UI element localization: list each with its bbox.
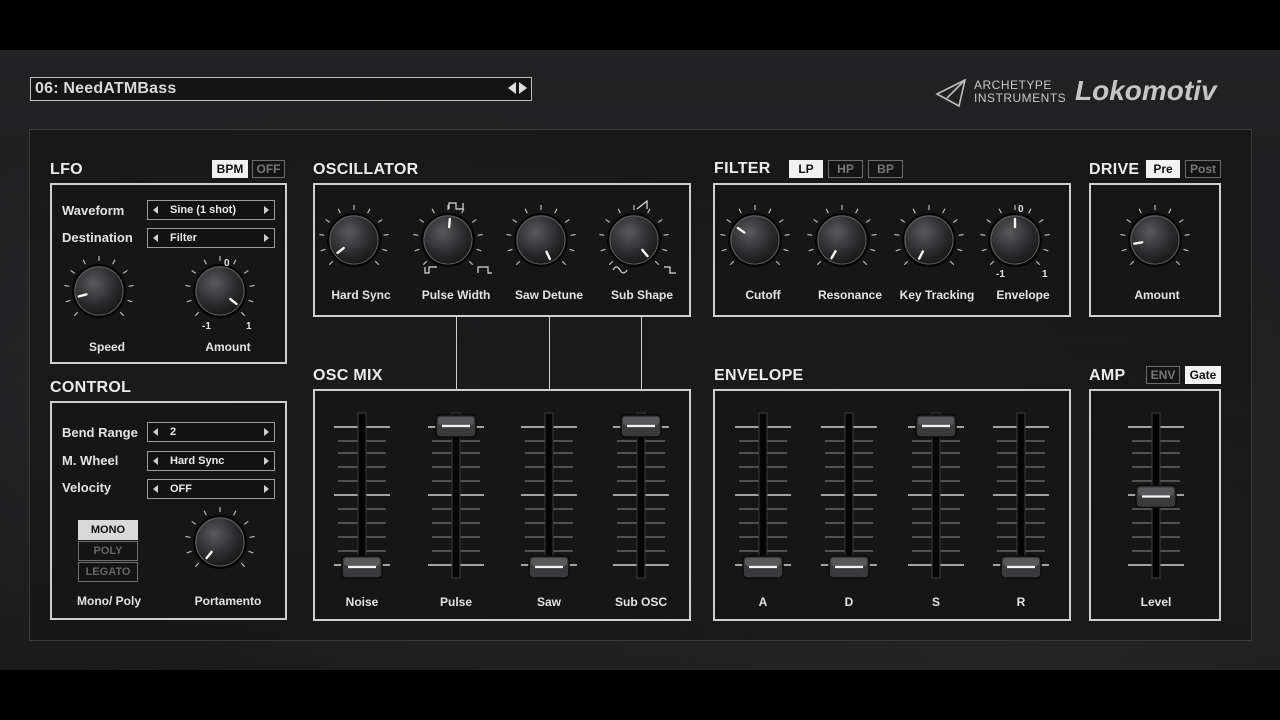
velocity-next-icon[interactable] [264, 485, 269, 493]
amp-title: AMP [1089, 367, 1126, 384]
wide-pulse-icon [477, 266, 492, 274]
filter-lp-toggle[interactable]: LP [789, 160, 823, 178]
drive-pre-toggle[interactable]: Pre [1146, 160, 1180, 178]
destination-selector[interactable]: Filter [147, 228, 275, 248]
velocity-label: Velocity [62, 480, 112, 495]
bend-range-prev-icon[interactable] [153, 428, 158, 436]
waveform-prev-icon[interactable] [153, 206, 158, 214]
pulse-fader[interactable] [424, 412, 488, 598]
velocity-selector[interactable]: OFF [147, 479, 275, 499]
filter-env-max-mark: 1 [1042, 269, 1048, 280]
lfo-amount-min-mark: -1 [202, 321, 211, 332]
drive-amount-label: Amount [1134, 288, 1180, 302]
hard-sync-label: Hard Sync [331, 288, 391, 302]
filter-hp-toggle[interactable]: HP [828, 160, 863, 178]
preset-arrows [508, 82, 527, 94]
noise-fader[interactable] [330, 412, 394, 598]
lfo-speed-label: Speed [88, 340, 125, 354]
sub-osc-fader[interactable] [609, 412, 673, 598]
filter-env-zero-mark: 0 [1018, 204, 1024, 215]
pulse-label: Pulse [439, 595, 472, 609]
destination-label: Destination [62, 230, 133, 245]
decay-label: D [844, 595, 854, 609]
decay-fader[interactable] [817, 412, 881, 598]
drive-post-toggle[interactable]: Post [1185, 160, 1221, 178]
control-title: CONTROL [50, 379, 132, 396]
mod-wheel-next-icon[interactable] [264, 457, 269, 465]
bend-range-value: 2 [170, 426, 177, 438]
lfo-amount-label: Amount [205, 340, 251, 354]
legato-button[interactable]: LEGATO [78, 562, 138, 582]
archetype-logo-icon [935, 78, 967, 108]
drive-title: DRIVE [1089, 161, 1140, 178]
narrow-pulse-icon [424, 266, 437, 274]
saw-fader[interactable] [517, 412, 581, 598]
filter-bp-toggle[interactable]: BP [868, 160, 903, 178]
sub-connector-line [641, 317, 642, 390]
saw-wave-icon [636, 199, 648, 210]
brand-name: ARCHETYPE INSTRUMENTS [974, 79, 1066, 105]
preset-name: 06: NeedATMBass [35, 80, 177, 97]
mod-wheel-prev-icon[interactable] [153, 457, 158, 465]
amp-env-toggle[interactable]: ENV [1146, 366, 1180, 384]
noise-label: Noise [345, 595, 379, 609]
bend-range-next-icon[interactable] [264, 428, 269, 436]
destination-value: Filter [170, 232, 197, 244]
previous-preset-arrow-icon[interactable] [508, 82, 516, 94]
filter-envelope-label: Envelope [996, 288, 1050, 302]
synth-plugin-window: 06: NeedATMBass ARCHETYPE INSTRUMENTS Lo… [0, 50, 1280, 670]
bend-range-label: Bend Range [62, 425, 138, 440]
lfo-amount-zero-mark: 0 [224, 258, 230, 269]
destination-prev-icon[interactable] [153, 234, 158, 242]
lfo-title: LFO [50, 161, 83, 178]
brand-line-2: INSTRUMENTS [974, 91, 1067, 105]
lfo-bpm-toggle[interactable]: BPM [212, 160, 248, 178]
portamento-label: Portamento [194, 594, 262, 608]
level-fader[interactable] [1124, 412, 1188, 598]
filter-title: FILTER [714, 160, 771, 177]
velocity-prev-icon[interactable] [153, 485, 158, 493]
release-label: R [1016, 595, 1026, 609]
attack-label: A [758, 595, 768, 609]
saw-connector-line [549, 317, 550, 390]
bend-range-selector[interactable]: 2 [147, 422, 275, 442]
mono-poly-label: Mono/ Poly [77, 594, 141, 608]
pulse-connector-line [456, 317, 457, 390]
attack-fader[interactable] [731, 412, 795, 598]
preset-selector[interactable]: 06: NeedATMBass [30, 77, 532, 101]
lfo-off-toggle[interactable]: OFF [252, 160, 285, 178]
poly-button[interactable]: POLY [78, 541, 138, 561]
sub-shape-label: Sub Shape [610, 288, 673, 302]
next-preset-arrow-icon[interactable] [519, 82, 527, 94]
velocity-value: OFF [170, 483, 192, 495]
mono-button[interactable]: MONO [78, 520, 138, 540]
mod-wheel-label: M. Wheel [62, 453, 119, 468]
amp-gate-toggle[interactable]: Gate [1185, 366, 1221, 384]
lfo-amount-max-mark: 1 [246, 321, 252, 332]
waveform-next-icon[interactable] [264, 206, 269, 214]
waveform-label: Waveform [62, 203, 125, 218]
filter-env-min-mark: -1 [996, 269, 1005, 280]
saw-label: Saw [536, 595, 561, 609]
destination-next-icon[interactable] [264, 234, 269, 242]
sustain-fader[interactable] [904, 412, 968, 598]
sine-wave-icon [612, 266, 628, 274]
sub-osc-label: Sub OSC [614, 595, 667, 609]
product-name: Lokomotiv [1075, 75, 1217, 106]
envelope-title: ENVELOPE [714, 367, 804, 384]
square-wave-icon [664, 266, 676, 274]
release-fader[interactable] [989, 412, 1053, 598]
oscillator-title: OSCILLATOR [313, 161, 419, 178]
mod-wheel-selector[interactable]: Hard Sync [147, 451, 275, 471]
pulse-wave-top-icon [448, 202, 464, 210]
level-label: Level [1140, 595, 1172, 609]
osc-mix-title: OSC MIX [313, 367, 383, 384]
mod-wheel-value: Hard Sync [170, 455, 225, 467]
waveform-value: Sine (1 shot) [170, 204, 237, 216]
waveform-selector[interactable]: Sine (1 shot) [147, 200, 275, 220]
sustain-label: S [931, 595, 940, 609]
